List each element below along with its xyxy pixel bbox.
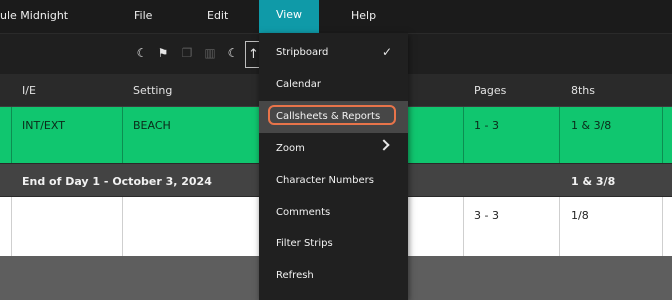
app-title: ule Midnight	[0, 9, 69, 22]
day-break-label: End of Day 1 - October 3, 2024	[22, 175, 212, 188]
cell-eighths: 1 & 3/8	[571, 119, 612, 132]
menu-item-calendar[interactable]: Calendar	[259, 69, 408, 101]
column-divider	[463, 197, 464, 256]
column-divider	[122, 197, 123, 256]
checkmark-icon: ✓	[381, 45, 392, 59]
menu-item-character-numbers[interactable]: Character Numbers	[259, 165, 408, 197]
column-divider	[11, 197, 12, 256]
column-divider	[559, 107, 560, 163]
column-header-eighths[interactable]: 8ths	[571, 84, 595, 97]
menu-item-zoom[interactable]: Zoom	[259, 133, 408, 165]
menu-item-label: Comments	[276, 207, 331, 218]
cell-ie: INT/EXT	[22, 119, 65, 132]
menu-item-stripboard[interactable]: Stripboard ✓	[259, 37, 408, 69]
column-divider	[463, 107, 464, 163]
menu-item-label: Filter Strips	[276, 238, 333, 249]
column-divider	[662, 197, 663, 256]
menu-item-refresh[interactable]: Refresh	[259, 260, 408, 292]
menu-item-comments[interactable]: Comments	[259, 197, 408, 229]
cell-pages: 3 - 3	[474, 209, 499, 222]
menu-file[interactable]: File	[134, 9, 152, 22]
cell-pages: 1 - 3	[474, 119, 499, 132]
menu-view[interactable]: View	[259, 0, 319, 33]
menu-bar: ule Midnight File Edit View Help	[0, 0, 672, 33]
menu-item-label: Zoom	[276, 143, 305, 154]
flag-icon[interactable]: ⚑	[156, 46, 170, 60]
menu-item-label: Calendar	[276, 79, 321, 90]
menu-item-callsheets-reports[interactable]: Callsheets & Reports	[259, 101, 408, 133]
menu-item-label: Character Numbers	[276, 175, 374, 186]
menu-item-label: Refresh	[276, 270, 314, 281]
column-header-setting[interactable]: Setting	[133, 84, 172, 97]
moon-plus-icon[interactable]: ☾	[226, 46, 240, 60]
cell-eighths: 1/8	[571, 209, 589, 222]
cell-setting: BEACH	[133, 119, 171, 132]
column-header-ie[interactable]: I/E	[22, 84, 36, 97]
menu-edit[interactable]: Edit	[207, 9, 228, 22]
menu-help[interactable]: Help	[351, 9, 376, 22]
column-divider	[662, 107, 663, 163]
view-menu-dropdown: Stripboard ✓ Calendar Callsheets & Repor…	[259, 33, 408, 300]
column-divider	[559, 197, 560, 256]
chevron-right-icon	[378, 139, 390, 151]
menu-item-filter-strips[interactable]: Filter Strips	[259, 228, 408, 260]
trash-icon[interactable]: ▥	[203, 46, 217, 60]
column-divider	[122, 107, 123, 163]
column-divider	[11, 107, 12, 163]
menu-item-label: Stripboard	[276, 47, 329, 58]
day-break-eighths: 1 & 3/8	[571, 175, 616, 188]
moon-icon[interactable]: ☾	[135, 46, 149, 60]
menu-item-label: Callsheets & Reports	[276, 111, 381, 122]
duplicate-icon[interactable]: ❐	[180, 46, 194, 60]
column-header-pages[interactable]: Pages	[474, 84, 506, 97]
